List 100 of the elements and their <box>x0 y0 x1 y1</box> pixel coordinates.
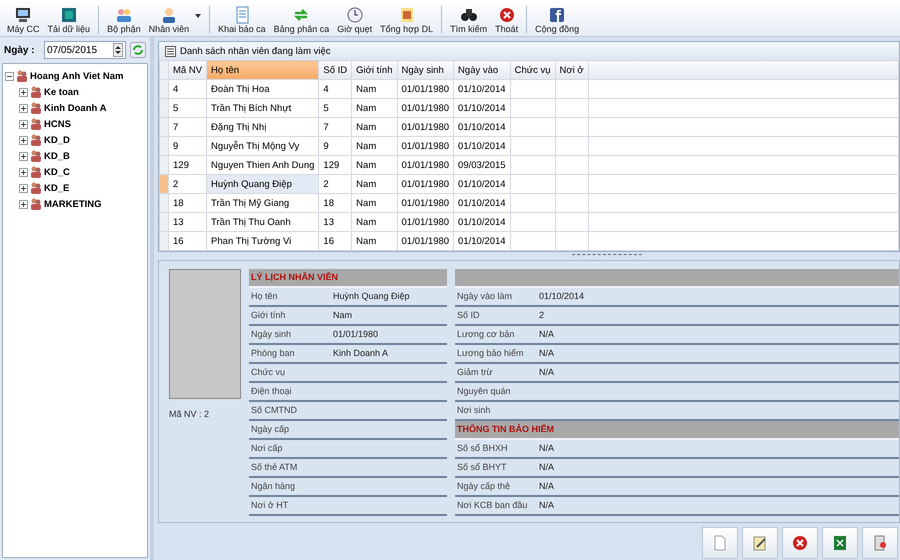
section-title: LÝ LỊCH NHÂN VIÊN <box>251 272 338 282</box>
field-label: Điện thoại <box>250 386 293 396</box>
column-header[interactable]: Mã NV <box>168 60 207 80</box>
field-label: Ngân hàng <box>250 481 296 492</box>
field-label: Ngày cấp thẻ <box>456 481 512 492</box>
binoculars-icon <box>460 6 478 24</box>
splitter-handle[interactable] <box>572 254 642 258</box>
collapse-icon[interactable] <box>5 72 14 80</box>
expand-icon[interactable] <box>19 200 28 208</box>
tree-item[interactable]: KD_C <box>44 166 70 178</box>
table-cell: 7 <box>318 118 352 136</box>
table-cell: 2 <box>318 174 352 194</box>
field-value: N/A <box>539 367 554 378</box>
new-button[interactable] <box>702 526 738 559</box>
field-value: Huỳnh Quang Điệp <box>333 291 410 302</box>
column-header[interactable]: Số ID <box>318 60 352 80</box>
field-label: Giảm trừ <box>456 367 494 378</box>
table-cell: Nguyễn Thị Mộng Vy <box>206 136 319 156</box>
table-cell: 01/01/1980 <box>397 232 454 250</box>
delete-button[interactable] <box>782 526 818 559</box>
field-value: N/A <box>539 481 554 492</box>
field-value: N/A <box>539 500 554 510</box>
table-cell: 9 <box>318 136 352 156</box>
excel-button[interactable] <box>822 526 858 559</box>
tree-item[interactable]: Hoang Anh Viet Nam <box>30 70 124 82</box>
table-cell: Nam <box>352 118 397 136</box>
spinner-icon[interactable] <box>113 43 123 57</box>
column-header[interactable]: Ngày sinh <box>397 60 454 80</box>
table-cell: 13 <box>318 212 352 232</box>
field-label: Họ tên <box>250 291 279 302</box>
toolbar-button[interactable]: Cộng đồng <box>532 6 582 34</box>
field-label: Nơi ở HT <box>250 500 290 510</box>
people-icon <box>30 182 42 194</box>
toolbar-button[interactable]: Tìm kiếm <box>447 6 490 34</box>
column-header[interactable]: Nơi ở <box>555 60 588 80</box>
caret-icon <box>195 14 202 18</box>
refresh-icon[interactable] <box>130 42 146 58</box>
tree-item[interactable]: KD_E <box>44 182 70 194</box>
expand-icon[interactable] <box>19 136 28 144</box>
edit-button[interactable] <box>742 526 778 559</box>
toolbar-button[interactable]: Giờ quẹt <box>334 6 376 34</box>
expand-icon[interactable] <box>19 120 28 128</box>
column-header[interactable]: Chức vụ <box>510 60 556 80</box>
toolbar-button[interactable]: Máy CC <box>4 6 43 34</box>
expand-icon[interactable] <box>19 88 28 96</box>
table-cell: Đoàn Thị Hoa <box>206 80 319 98</box>
toolbar-button[interactable]: Thoát <box>492 6 522 34</box>
field-value: N/A <box>539 462 554 472</box>
tree-item[interactable]: HCNS <box>44 118 71 130</box>
table-cell: 129 <box>318 156 352 174</box>
letter-f-icon <box>548 6 566 24</box>
tree-item[interactable]: Ke toan <box>44 86 79 98</box>
date-field[interactable]: 07/05/2015 <box>44 41 126 59</box>
tree-item[interactable]: Kinh Doanh A <box>44 102 106 114</box>
field-value: N/A <box>539 443 554 454</box>
tree-item[interactable]: MARKETING <box>44 198 102 210</box>
toolbar-button[interactable]: Bộ phận <box>104 6 144 34</box>
tree-item[interactable]: KD_B <box>44 150 70 162</box>
expand-icon[interactable] <box>19 168 28 176</box>
field-label: Nơi sinh <box>456 405 492 416</box>
tree-item[interactable]: KD_D <box>44 134 70 146</box>
table-cell: Trần Thị Bích Nhựt <box>206 98 319 118</box>
table-cell: 13 <box>168 212 207 232</box>
employee-id: Mã NV : 2 <box>169 408 210 419</box>
toolbar-button[interactable]: Khai báo ca <box>215 6 269 34</box>
field-value: 2 <box>539 310 544 320</box>
close-icon <box>791 534 809 552</box>
field-label: Chức vụ <box>250 367 286 378</box>
table-cell: 4 <box>318 80 352 98</box>
table-cell: Huỳnh Quang Điệp <box>206 174 319 194</box>
print-button[interactable] <box>862 526 898 559</box>
table-cell: 01/10/2014 <box>454 232 510 250</box>
table-cell: 01/10/2014 <box>454 212 510 232</box>
table-cell: 01/10/2014 <box>454 98 510 118</box>
people-icon <box>30 150 42 162</box>
column-header[interactable]: Họ tên <box>206 60 319 80</box>
field-value: N/A <box>539 329 554 340</box>
toolbar-button[interactable]: Tổng hợp DL <box>377 6 436 34</box>
table-cell: 01/01/1980 <box>397 194 454 212</box>
monitor-icon <box>14 6 32 24</box>
toolbar-button[interactable]: Tải dữ liệu <box>44 6 94 34</box>
clock-icon <box>346 6 364 24</box>
table-cell: Nam <box>352 156 397 174</box>
people-icon <box>30 118 42 130</box>
expand-icon[interactable] <box>19 184 28 192</box>
column-header[interactable]: Ngày vào <box>454 60 510 80</box>
close-icon <box>498 6 516 24</box>
expand-icon[interactable] <box>19 104 28 112</box>
column-header[interactable]: Giới tính <box>352 60 397 80</box>
toolbar-button[interactable]: Nhân viên <box>146 6 204 34</box>
table-cell: 9 <box>168 136 207 156</box>
expand-icon[interactable] <box>19 152 28 160</box>
table-cell: 01/01/1980 <box>397 118 454 136</box>
table-cell: Nam <box>352 80 397 98</box>
list-icon <box>165 46 176 56</box>
table-cell: 01/01/1980 <box>397 174 454 194</box>
field-label: Lương cơ bản <box>456 329 516 340</box>
toolbar-button[interactable]: Bảng phân ca <box>270 6 332 34</box>
field-value: Kinh Doanh A <box>333 348 388 358</box>
table-cell: 01/01/1980 <box>397 212 454 232</box>
